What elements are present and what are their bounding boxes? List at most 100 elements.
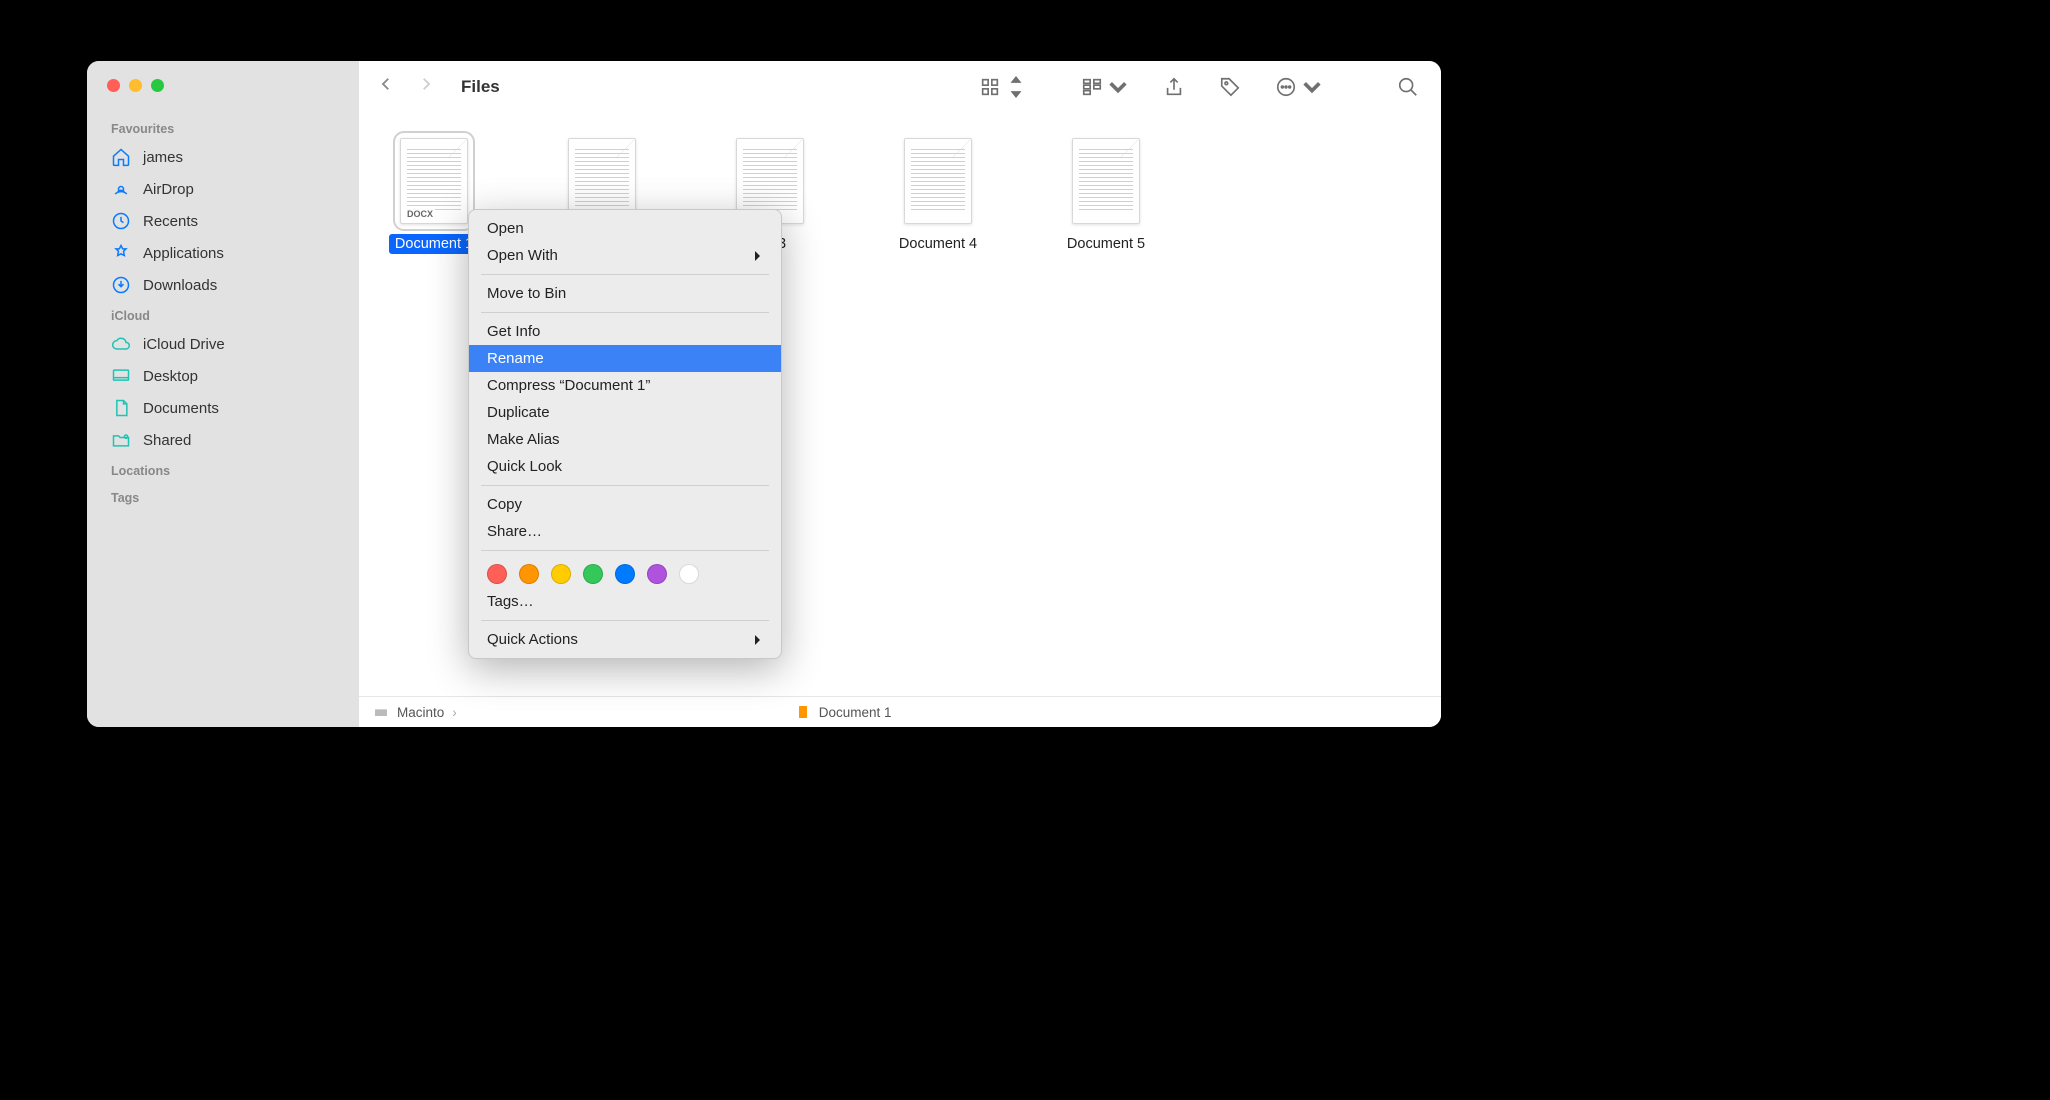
tag-icon	[1219, 76, 1241, 98]
file-label[interactable]: Document 4	[893, 234, 983, 254]
menu-item-open-with[interactable]: Open With	[469, 242, 781, 269]
sidebar-item-desktop[interactable]: Desktop	[87, 360, 359, 392]
search-icon	[1397, 76, 1419, 98]
nav-arrows	[377, 75, 435, 98]
cloud-icon	[111, 334, 131, 354]
applications-icon	[111, 243, 131, 263]
file-badge: DOCX	[405, 209, 435, 219]
house-icon	[111, 147, 131, 167]
pathbar: Macinto › Document 1	[359, 696, 1441, 727]
grid-icon	[979, 76, 1001, 98]
sidebar-item-label: AirDrop	[143, 181, 194, 198]
menu-item-tags[interactable]: Tags…	[469, 588, 781, 615]
group-icon	[1081, 76, 1103, 98]
tag-dot-yellow[interactable]	[551, 564, 571, 584]
sidebar-item-label: iCloud Drive	[143, 336, 225, 353]
sidebar-item-applications[interactable]: Applications	[87, 237, 359, 269]
sidebar: Favourites james AirDrop Recents Applica…	[87, 61, 359, 727]
ellipsis-circle-icon	[1275, 76, 1297, 98]
sidebar-section-favourites: Favourites	[87, 114, 359, 141]
more-button[interactable]	[1275, 76, 1323, 98]
chevron-down-icon	[1107, 76, 1129, 98]
share-icon	[1163, 76, 1185, 98]
updown-icon	[1005, 76, 1027, 98]
tag-dot-red[interactable]	[487, 564, 507, 584]
sidebar-section-locations: Locations	[87, 456, 359, 483]
file-label[interactable]: Document 5	[1061, 234, 1151, 254]
tag-dot-purple[interactable]	[647, 564, 667, 584]
window-controls	[87, 79, 359, 114]
sidebar-item-documents[interactable]: Documents	[87, 392, 359, 424]
sidebar-item-recents[interactable]: Recents	[87, 205, 359, 237]
chevron-right-icon	[753, 250, 763, 262]
menu-item-quick-actions[interactable]: Quick Actions	[469, 626, 781, 653]
document-icon	[795, 704, 811, 720]
toolbar: Files	[359, 61, 1441, 112]
tag-color-row	[469, 556, 781, 588]
menu-separator	[481, 312, 769, 313]
shared-folder-icon	[111, 430, 131, 450]
sidebar-item-label: james	[143, 149, 183, 166]
file-item[interactable]: Document 4	[887, 138, 989, 254]
minimize-window-button[interactable]	[129, 79, 142, 92]
context-menu: Open Open With Move to Bin Get Info Rena…	[468, 209, 782, 659]
download-icon	[111, 275, 131, 295]
menu-item-rename[interactable]: Rename	[469, 345, 781, 372]
pathbar-disk[interactable]: Macinto	[397, 705, 444, 720]
disk-icon	[373, 704, 389, 720]
chevron-right-icon	[417, 75, 435, 93]
desktop-icon	[111, 366, 131, 386]
menu-item-duplicate[interactable]: Duplicate	[469, 399, 781, 426]
close-window-button[interactable]	[107, 79, 120, 92]
forward-button[interactable]	[417, 75, 435, 98]
tag-dot-blue[interactable]	[615, 564, 635, 584]
menu-separator	[481, 550, 769, 551]
sidebar-item-label: Shared	[143, 432, 191, 449]
tag-button[interactable]	[1219, 76, 1241, 98]
menu-item-open[interactable]: Open	[469, 215, 781, 242]
menu-item-copy[interactable]: Copy	[469, 491, 781, 518]
chevron-down-icon	[1301, 76, 1323, 98]
sidebar-item-downloads[interactable]: Downloads	[87, 269, 359, 301]
menu-item-make-alias[interactable]: Make Alias	[469, 426, 781, 453]
sidebar-item-shared[interactable]: Shared	[87, 424, 359, 456]
pathbar-file[interactable]: Document 1	[819, 705, 892, 720]
document-icon	[111, 398, 131, 418]
sidebar-item-label: Downloads	[143, 277, 217, 294]
chevron-left-icon	[377, 75, 395, 93]
sidebar-item-label: Recents	[143, 213, 198, 230]
airdrop-icon	[111, 179, 131, 199]
file-item[interactable]: Document 5	[1055, 138, 1157, 254]
chevron-right-icon	[753, 634, 763, 646]
menu-item-get-info[interactable]: Get Info	[469, 318, 781, 345]
clock-icon	[111, 211, 131, 231]
window-title: Files	[461, 77, 500, 97]
sidebar-item-label: Desktop	[143, 368, 198, 385]
menu-separator	[481, 620, 769, 621]
back-button[interactable]	[377, 75, 395, 98]
menu-separator	[481, 485, 769, 486]
sidebar-item-airdrop[interactable]: AirDrop	[87, 173, 359, 205]
sidebar-section-icloud: iCloud	[87, 301, 359, 328]
sidebar-item-home[interactable]: james	[87, 141, 359, 173]
view-mode-button[interactable]	[979, 76, 1027, 98]
sidebar-section-tags: Tags	[87, 483, 359, 510]
menu-item-quick-look[interactable]: Quick Look	[469, 453, 781, 480]
tag-dot-none[interactable]	[679, 564, 699, 584]
path-separator: ›	[452, 705, 457, 720]
file-icon	[1072, 138, 1140, 224]
search-button[interactable]	[1397, 76, 1419, 98]
sidebar-item-label: Applications	[143, 245, 224, 262]
group-button[interactable]	[1081, 76, 1129, 98]
sidebar-item-label: Documents	[143, 400, 219, 417]
menu-item-share[interactable]: Share…	[469, 518, 781, 545]
zoom-window-button[interactable]	[151, 79, 164, 92]
menu-item-move-to-bin[interactable]: Move to Bin	[469, 280, 781, 307]
share-button[interactable]	[1163, 76, 1185, 98]
tag-dot-green[interactable]	[583, 564, 603, 584]
tag-dot-orange[interactable]	[519, 564, 539, 584]
sidebar-item-icloud-drive[interactable]: iCloud Drive	[87, 328, 359, 360]
menu-separator	[481, 274, 769, 275]
file-label[interactable]: Document 1	[389, 234, 479, 254]
menu-item-compress[interactable]: Compress “Document 1”	[469, 372, 781, 399]
